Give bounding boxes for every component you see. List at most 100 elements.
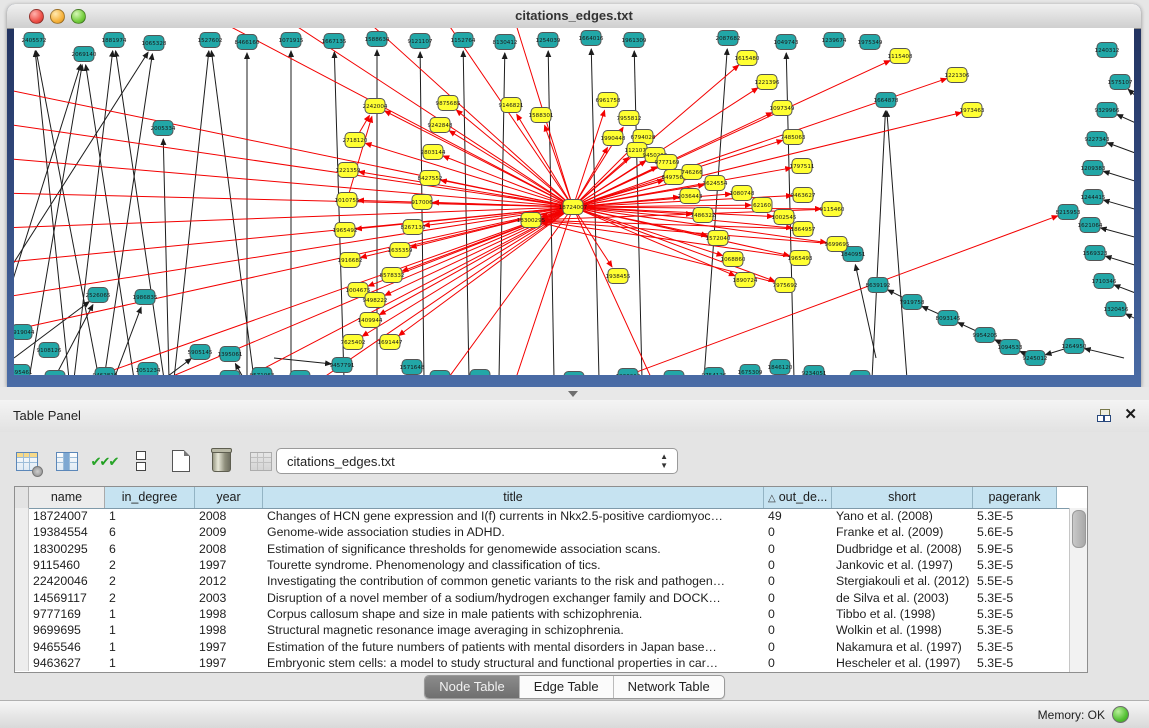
graph-node[interactable]: 1409944 [358,313,383,328]
graph-node[interactable]: 1065328 [142,36,167,51]
graph-node[interactable]: 9777169 [655,155,680,170]
graph-node[interactable]: 9571063 [250,368,275,376]
graph-node[interactable]: 9699695 [825,237,850,252]
graph-node[interactable]: 7955812 [617,111,642,126]
graph-node[interactable]: 8639192 [866,278,891,293]
float-panel-icon[interactable] [1097,409,1111,422]
graph-node[interactable]: 9242848 [428,118,453,133]
citation-network-graph[interactable]: 2405572206914018819741065328152760284661… [14,28,1134,375]
table-row[interactable]: 946554611997Estimation of the future num… [15,638,1070,654]
graph-node[interactable]: 8267130 [401,220,426,235]
column-header-pagerank[interactable]: pagerank [973,487,1057,508]
table-row[interactable]: 1938455462009Genome-wide association stu… [15,524,1070,540]
graph-node[interactable]: 1588301 [529,108,554,123]
graph-node[interactable]: 1571648 [400,360,425,375]
graph-node[interactable]: 8427552 [418,171,443,186]
graph-node[interactable]: 7486322 [691,208,716,223]
column-header-name[interactable]: name [29,487,105,508]
table-row[interactable]: 977716911998Corpus callosum shape and si… [15,606,1070,622]
graph-node[interactable]: 1615480 [735,51,760,66]
tab-edge-table[interactable]: Edge Table [520,676,614,698]
table-selector-combobox[interactable]: citations_edges.txt ▲▼ [276,448,678,474]
graph-node[interactable]: 9227343 [1085,132,1110,147]
table-row[interactable]: 969969511998Structural magnetic resonanc… [15,622,1070,638]
vertical-scrollbar[interactable] [1069,508,1087,672]
graph-node[interactable]: 1221306 [945,68,970,83]
graph-node[interactable]: 1961309 [622,33,647,48]
graph-node[interactable]: 9174205 [468,370,493,376]
graph-node[interactable]: 917006 [411,195,433,210]
graph-node[interactable]: 9754126 [702,368,727,376]
graph-node[interactable]: 1975349 [858,35,883,50]
memory-status-indicator[interactable] [1112,706,1129,723]
graph-node[interactable]: 1002545 [772,210,797,225]
graph-node[interactable]: 8215953 [1056,205,1081,220]
graph-node[interactable]: 9146821 [499,98,524,113]
graph-node[interactable]: 8347210 [43,371,68,376]
window-titlebar[interactable]: citations_edges.txt [7,4,1141,29]
graph-node[interactable]: 2718120 [343,133,368,148]
graph-node[interactable]: 1675309 [738,365,763,376]
delete-column-button[interactable] [208,448,234,474]
graph-node[interactable]: 1320456 [1104,302,1129,317]
graph-node[interactable]: 2526065 [86,288,111,303]
graph-node[interactable]: 1569323 [1083,246,1108,261]
graph-node[interactable]: 7895461 [14,365,33,376]
column-header-title[interactable]: title [263,487,764,508]
graph-node[interactable]: 5905145 [188,345,213,360]
graph-node[interactable]: 1572040 [706,231,731,246]
graph-node[interactable]: 1986835 [133,290,158,305]
graph-node[interactable]: 9457791 [330,358,355,373]
graph-node[interactable]: 1930214 [616,369,641,376]
graph-node[interactable]: 1664016 [579,31,604,46]
row-height-button[interactable] [128,448,154,474]
graph-node[interactable]: 746266 [681,165,703,180]
table-row[interactable]: 2242004622012Investigating the contribut… [15,573,1070,589]
graph-node[interactable]: 1864957 [791,222,816,237]
graph-node[interactable]: 1221359 [336,163,361,178]
graph-node[interactable]: 1209383 [1081,161,1106,176]
table-row[interactable]: 911546021997Tourette syndrome. Phenomeno… [15,557,1070,573]
graph-node[interactable]: 6961758 [596,93,621,108]
graph-node[interactable]: 7975692 [773,278,798,293]
graph-node[interactable]: 9329966 [1095,103,1120,118]
show-columns-checklist-button[interactable]: ✔✔✔ [94,448,114,474]
column-header-year[interactable]: year [195,487,263,508]
graph-node[interactable]: 1221396 [755,75,780,90]
graph-node[interactable]: 8620143 [562,372,587,376]
table-settings-button[interactable] [14,448,40,474]
graph-node[interactable]: 8466160 [235,35,260,50]
graph-node[interactable]: 9954205 [973,328,998,343]
graph-node[interactable]: 1010755 [335,193,360,208]
graph-node[interactable]: 1990448 [601,131,626,146]
graph-node[interactable]: 1839204 [428,371,453,376]
graph-node[interactable]: 1264130 [848,371,873,376]
graph-node[interactable]: 7485063 [781,130,806,145]
graph-node[interactable]: 1527602 [198,33,223,48]
splitter-collapse-arrow-icon[interactable] [568,391,578,397]
graph-node[interactable]: 1635359 [388,243,413,258]
graph-node[interactable]: 2405572 [22,33,47,48]
graph-node[interactable]: 9121107 [408,34,433,49]
column-header-in-degree[interactable]: in_degree [105,487,195,508]
graph-node[interactable]: 9108126 [37,343,62,358]
graph-node[interactable]: 1664878 [874,93,899,108]
graph-node[interactable]: 2087682 [716,31,741,46]
graph-node[interactable]: 1710346 [1092,274,1117,289]
close-panel-icon[interactable]: ✕ [1124,407,1137,423]
graph-node[interactable]: 1239674 [822,33,847,48]
graph-node[interactable]: 9245012 [1023,351,1048,366]
graph-node[interactable]: 1254039 [536,33,561,48]
graph-node[interactable]: 8578332 [380,268,405,283]
column-header-out-degree[interactable]: △out_de... [764,487,832,508]
graph-node[interactable]: 1846120 [768,360,793,375]
graph-node[interactable]: 3624554 [703,176,728,191]
graph-node[interactable]: 1588630 [365,32,390,47]
graph-node[interactable]: 1621064 [1078,218,1103,233]
graph-node[interactable]: 1881974 [102,33,127,48]
graph-node[interactable]: 8130412 [493,35,518,50]
graph-node[interactable]: 2036443 [678,189,703,204]
graph-node[interactable]: 1051234 [136,363,161,376]
graph-node[interactable]: 7461208 [662,371,687,376]
graph-node[interactable]: 1797511 [790,159,815,174]
